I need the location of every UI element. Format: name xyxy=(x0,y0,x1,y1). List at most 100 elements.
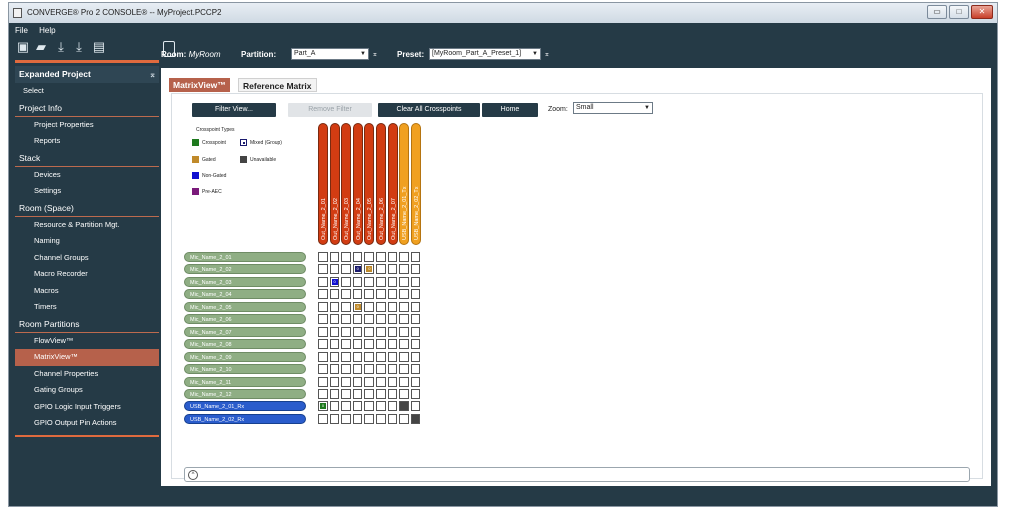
crosspoint-cell[interactable] xyxy=(410,376,421,387)
crosspoint-cell[interactable] xyxy=(410,339,421,350)
input-channel-mic-name-2-06[interactable]: Mic_Name_2_06 xyxy=(184,314,306,325)
crosspoint-cell[interactable] xyxy=(387,351,398,362)
crosspoint-cell[interactable] xyxy=(376,301,386,312)
crosspoint-cell[interactable] xyxy=(376,376,386,387)
crosspoint-cell[interactable] xyxy=(341,351,351,362)
crosspoint-cell[interactable] xyxy=(329,351,340,362)
output-channel-out-name-2-07[interactable]: Out_Name_2_07 xyxy=(387,123,398,245)
input-channel-mic-name-2-10[interactable]: Mic_Name_2_10 xyxy=(184,364,306,375)
crosspoint-cell[interactable] xyxy=(410,252,421,262)
crosspoint-cell[interactable] xyxy=(364,314,374,325)
crosspoint-cell[interactable] xyxy=(376,314,386,325)
crosspoint-cell[interactable] xyxy=(329,301,340,312)
sidebar-item-gpio-output-pin-actions[interactable]: GPIO Output Pin Actions xyxy=(15,415,159,432)
output-channel-out-name-2-04[interactable]: Out_Name_2_04 xyxy=(352,123,363,245)
output-channel-usb-name-2-01-tx[interactable]: USB_Name_2_01_Tx xyxy=(399,123,410,245)
crosspoint-cell[interactable] xyxy=(329,289,340,300)
minimize-button[interactable]: ▭ xyxy=(927,5,947,19)
crosspoint-cell[interactable] xyxy=(387,326,398,337)
crosspoint-cell[interactable] xyxy=(410,388,421,399)
input-channel-mic-name-2-11[interactable]: Mic_Name_2_11 xyxy=(184,376,306,387)
crosspoint-cell[interactable] xyxy=(318,326,328,337)
crosspoint-cell[interactable] xyxy=(352,289,363,300)
close-button[interactable]: ✕ xyxy=(971,5,993,19)
crosspoint-cell[interactable] xyxy=(399,364,409,375)
crosspoint-cell[interactable] xyxy=(399,264,409,275)
sidebar-item-timers[interactable]: Timers xyxy=(15,299,159,316)
crosspoint-cell[interactable] xyxy=(364,289,374,300)
filter-view-button[interactable]: Filter View... xyxy=(192,103,276,117)
crosspoint-cell[interactable] xyxy=(329,252,340,262)
sidebar-item-project-properties[interactable]: Project Properties xyxy=(15,117,159,134)
crosspoint-cell[interactable] xyxy=(399,388,409,399)
crosspoint-cell[interactable] xyxy=(410,289,421,300)
crosspoint-cell[interactable] xyxy=(364,388,374,399)
crosspoint-cell[interactable] xyxy=(387,301,398,312)
crosspoint-cell[interactable] xyxy=(318,289,328,300)
sidebar-item-gpio-logic-input-triggers[interactable]: GPIO Logic Input Triggers xyxy=(15,399,159,416)
input-channel-mic-name-2-07[interactable]: Mic_Name_2_07 xyxy=(184,326,306,337)
crosspoint-cell[interactable]: 0 xyxy=(352,264,363,275)
crosspoint-cell[interactable] xyxy=(364,252,374,262)
crosspoint-cell[interactable] xyxy=(387,264,398,275)
crosspoint-cell[interactable] xyxy=(399,289,409,300)
sidebar-item-resource-partition-mgt[interactable]: Resource & Partition Mgt. xyxy=(15,217,159,234)
sidebar-item-gating-groups[interactable]: Gating Groups xyxy=(15,382,159,399)
sidebar-item-devices[interactable]: Devices xyxy=(15,167,159,184)
crosspoint-cell[interactable] xyxy=(387,276,398,287)
output-channel-out-name-2-03[interactable]: Out_Name_2_03 xyxy=(341,123,352,245)
input-channel-mic-name-2-05[interactable]: Mic_Name_2_05 xyxy=(184,301,306,312)
crosspoint-cell[interactable] xyxy=(329,413,340,424)
remove-filter-button[interactable]: Remove Filter xyxy=(288,103,372,117)
sidebar-item-matrixview[interactable]: MatrixView™ xyxy=(15,349,159,366)
crosspoint-cell[interactable] xyxy=(318,301,328,312)
crosspoint-cell[interactable] xyxy=(341,276,351,287)
crosspoint-cell[interactable] xyxy=(387,388,398,399)
crosspoint-cell[interactable] xyxy=(318,388,328,399)
partition-dropdown[interactable]: Part_A ▼ xyxy=(291,48,369,60)
crosspoint-cell[interactable] xyxy=(329,326,340,337)
sidebar-item-channel-properties[interactable]: Channel Properties xyxy=(15,366,159,383)
input-channel-mic-name-2-09[interactable]: Mic_Name_2_09 xyxy=(184,351,306,362)
crosspoint-cell[interactable] xyxy=(341,339,351,350)
crosspoint-cell[interactable] xyxy=(341,252,351,262)
crosspoint-cell[interactable] xyxy=(376,276,386,287)
crosspoint-cell[interactable] xyxy=(410,301,421,312)
crosspoint-cell[interactable] xyxy=(352,326,363,337)
crosspoint-cell[interactable] xyxy=(329,364,340,375)
input-channel-mic-name-2-04[interactable]: Mic_Name_2_04 xyxy=(184,289,306,300)
crosspoint-cell[interactable] xyxy=(410,413,421,424)
download-icon[interactable]: ⤓ xyxy=(53,39,69,55)
preset-dropdown[interactable]: [MyRoom_Part_A_Preset_1] ▼ xyxy=(429,48,541,60)
output-channel-out-name-2-06[interactable]: Out_Name_2_06 xyxy=(376,123,386,245)
crosspoint-cell[interactable] xyxy=(341,314,351,325)
crosspoint-cell[interactable] xyxy=(318,314,328,325)
open-folder-icon[interactable]: ▰ xyxy=(33,39,49,55)
crosspoint-cell[interactable] xyxy=(329,401,340,412)
crosspoint-cell[interactable] xyxy=(341,364,351,375)
tab-reference-matrix[interactable]: Reference Matrix xyxy=(238,78,317,92)
crosspoint-cell[interactable] xyxy=(364,301,374,312)
crosspoint-cell[interactable] xyxy=(399,401,409,412)
document-settings-icon[interactable]: ▤ xyxy=(91,39,107,55)
crosspoint-cell[interactable] xyxy=(376,388,386,399)
tab-matrixview[interactable]: MatrixView™ xyxy=(169,78,230,92)
crosspoint-cell[interactable] xyxy=(399,314,409,325)
sidebar-item-flowview[interactable]: FlowView™ xyxy=(15,333,159,350)
crosspoint-cell[interactable] xyxy=(318,413,328,424)
menu-help[interactable]: Help xyxy=(39,26,55,35)
crosspoint-cell[interactable] xyxy=(387,339,398,350)
crosspoint-cell[interactable] xyxy=(376,252,386,262)
output-channel-out-name-2-01[interactable]: Out_Name_2_01 xyxy=(318,123,328,245)
upload-icon[interactable]: ⤓ xyxy=(71,39,87,55)
crosspoint-cell[interactable] xyxy=(387,401,398,412)
crosspoint-cell[interactable] xyxy=(352,339,363,350)
home-button[interactable]: Home xyxy=(482,103,538,117)
crosspoint-cell[interactable] xyxy=(387,289,398,300)
sidebar-item-macros[interactable]: Macros xyxy=(15,283,159,300)
crosspoint-cell[interactable] xyxy=(352,413,363,424)
clear-all-crosspoints-button[interactable]: Clear All Crosspoints xyxy=(378,103,480,117)
zoom-dropdown[interactable]: Small ▼ xyxy=(573,102,653,114)
crosspoint-cell[interactable] xyxy=(329,388,340,399)
crosspoint-cell[interactable] xyxy=(399,301,409,312)
